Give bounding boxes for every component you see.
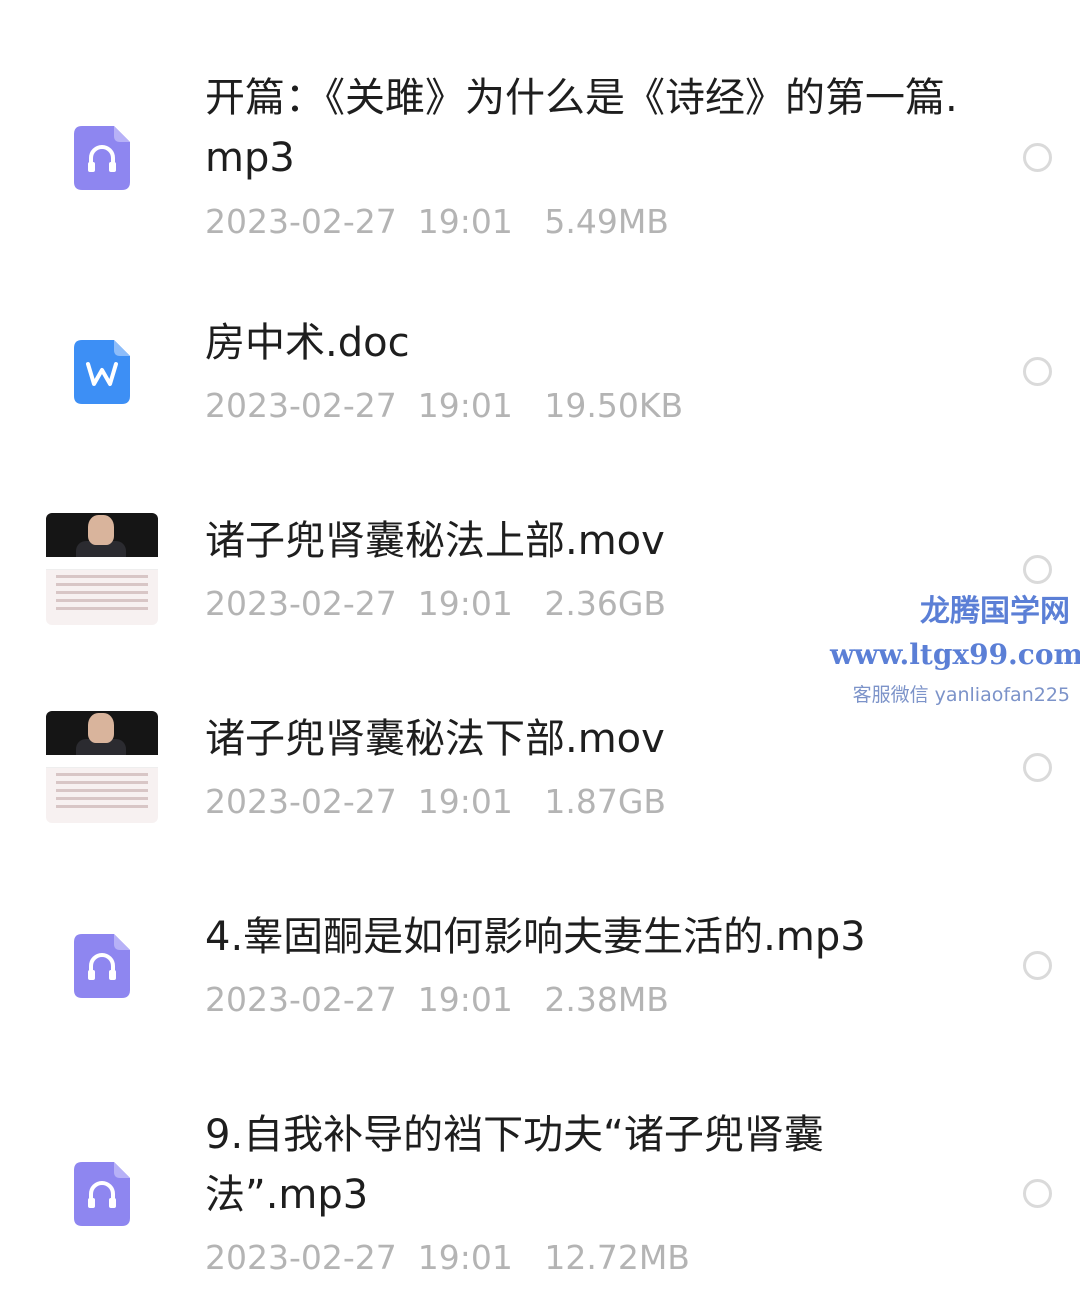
select-radio[interactable]	[1023, 555, 1052, 584]
video-thumbnail	[46, 711, 158, 823]
select-radio[interactable]	[1023, 143, 1052, 172]
file-name: 4.睾固酮是如何影响夫妻生活的.mp3	[205, 914, 866, 960]
file-meta: 2023-02-27 19:01 5.49MB	[205, 202, 669, 241]
file-meta: 2023-02-27 19:01 2.36GB	[205, 584, 667, 623]
word-file-icon	[46, 340, 158, 404]
watermark-title: 龙腾国学网	[920, 594, 1070, 629]
audio-file-icon	[46, 1162, 158, 1226]
select-radio[interactable]	[1023, 951, 1052, 980]
audio-file-icon	[46, 126, 158, 190]
file-name: 诸子兜肾囊秘法下部.mov	[205, 716, 665, 762]
file-meta: 2023-02-27 19:01 12.72MB	[205, 1238, 690, 1277]
file-name: 诸子兜肾囊秘法上部.mov	[205, 518, 665, 564]
audio-file-icon	[46, 934, 158, 998]
file-name: 开篇：《关雎》为什么是《诗经》的第一篇.mp3	[205, 75, 958, 181]
watermark-contact: 客服微信 yanliaofan225	[852, 684, 1070, 706]
file-name: 房中术.doc	[205, 320, 410, 366]
watermark-url: www.ltgx99.com	[830, 638, 1080, 671]
select-radio[interactable]	[1023, 1179, 1052, 1208]
select-radio[interactable]	[1023, 357, 1052, 386]
file-meta: 2023-02-27 19:01 1.87GB	[205, 782, 667, 821]
video-thumbnail	[46, 513, 158, 625]
file-meta: 2023-02-27 19:01 2.38MB	[205, 980, 669, 1019]
file-meta: 2023-02-27 19:01 19.50KB	[205, 386, 684, 425]
select-radio[interactable]	[1023, 753, 1052, 782]
watermark: 龙腾国学网 www.ltgx99.com 客服微信 yanliaofan225	[830, 590, 1080, 714]
file-name: 9.自我补导的裆下功夫“诸子兜肾囊法”.mp3	[205, 1112, 824, 1218]
